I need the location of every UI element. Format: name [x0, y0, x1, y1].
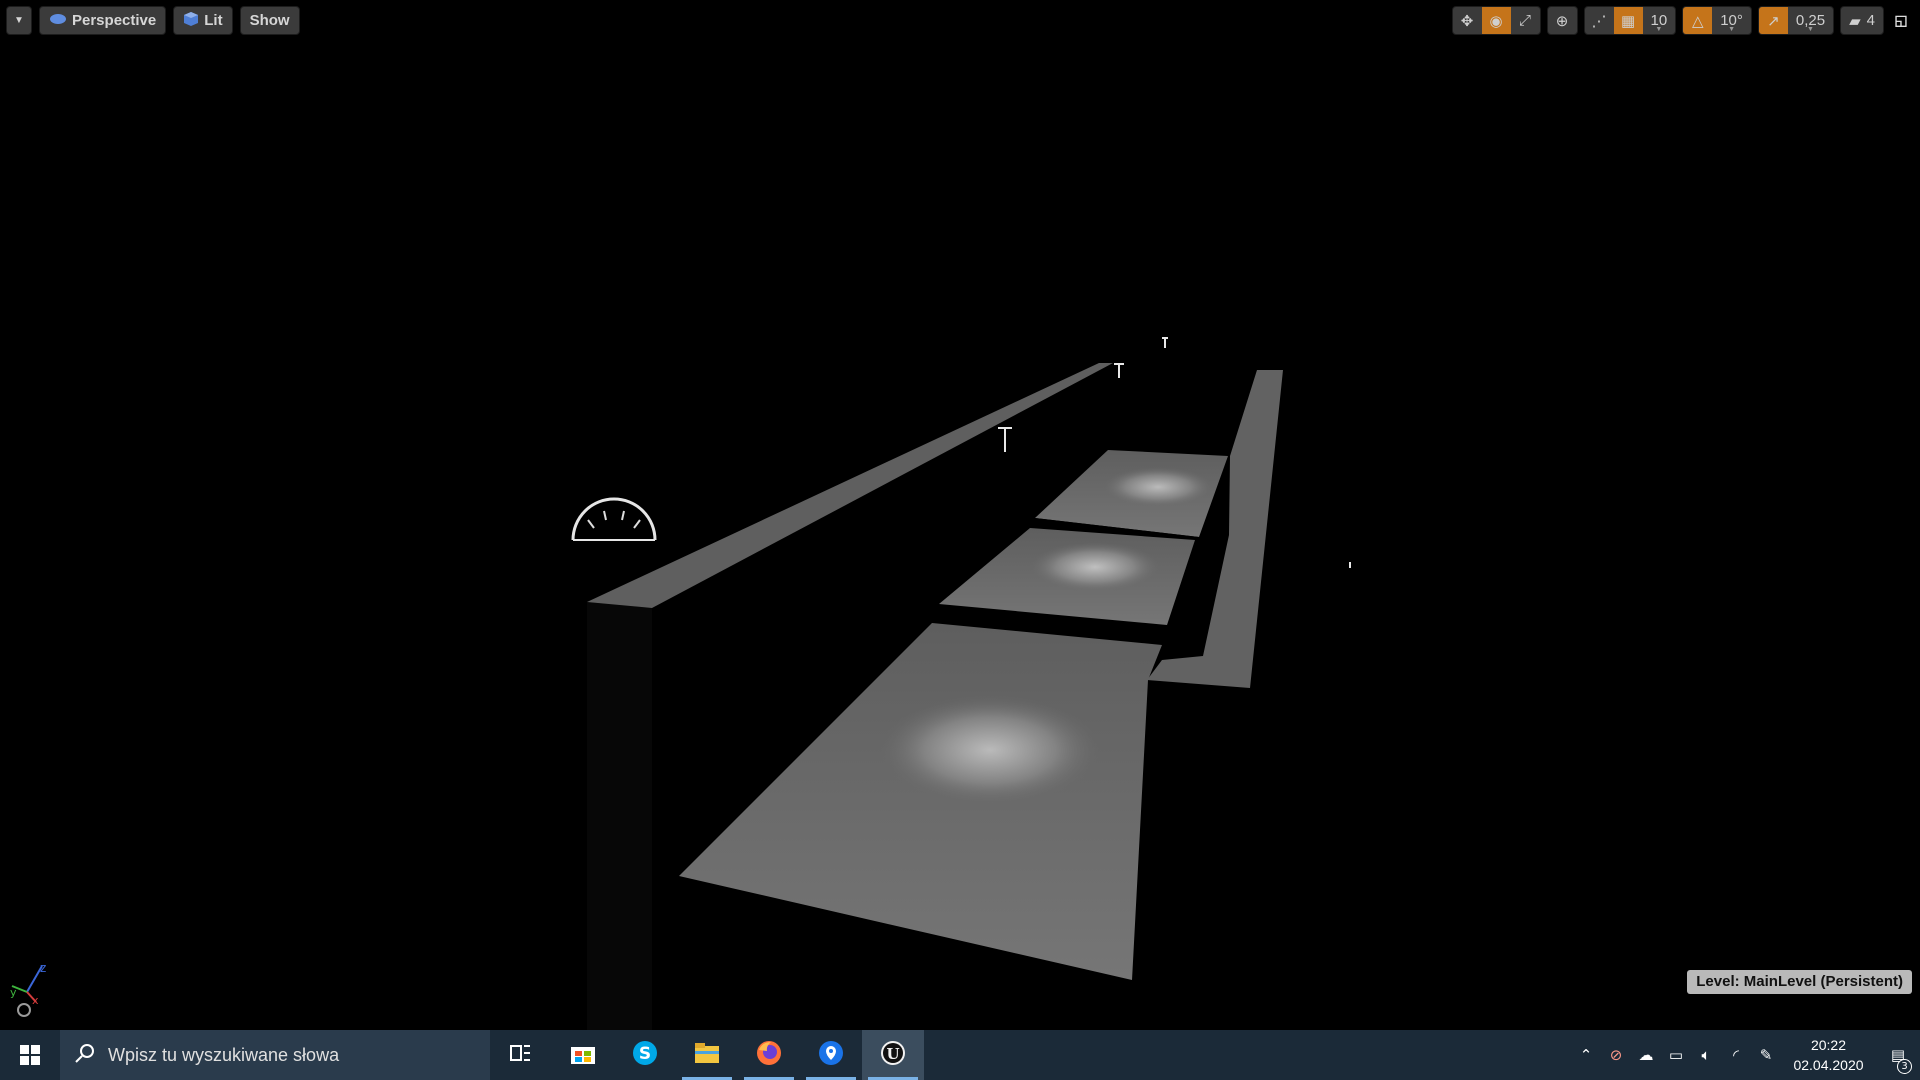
task-view-icon	[510, 1044, 532, 1066]
camera-speed-group: ▰ 4	[1840, 6, 1884, 35]
pen-icon: ✎	[1759, 1046, 1773, 1064]
sky-light-icon	[571, 497, 657, 541]
current-level-label: Level: MainLevel (Persistent)	[1687, 970, 1912, 994]
perspective-label: Perspective	[72, 12, 157, 29]
skype-icon: S	[632, 1040, 658, 1070]
coordinate-system-group: ⊕	[1546, 6, 1578, 35]
chevron-down-icon: ▼	[14, 15, 24, 26]
show-button[interactable]: Show	[239, 6, 300, 35]
tray-app-status[interactable]: ⊘	[1601, 1030, 1631, 1080]
rotation-snap-toggle[interactable]: △	[1683, 7, 1713, 34]
camera-view-icon	[49, 12, 67, 29]
surface-snap-icon: ⋰	[1591, 12, 1607, 30]
globe-icon: ⊕	[1555, 12, 1569, 30]
windows-logo-icon	[20, 1045, 40, 1065]
battery-tray-button[interactable]: ▭	[1661, 1030, 1691, 1080]
speaker-icon: 🔈︎	[1701, 1046, 1711, 1064]
svg-text:y: y	[10, 986, 17, 999]
onedrive-tray-button[interactable]: ☁	[1631, 1030, 1661, 1080]
battery-icon: ▭	[1668, 1046, 1684, 1064]
pen-workspace-button[interactable]: ✎	[1751, 1030, 1781, 1080]
floor-section-lower	[679, 623, 1162, 980]
caret-down-icon: ▼	[1655, 26, 1663, 33]
chevron-up-icon: ⌃	[1579, 1046, 1593, 1064]
maximize-icon: ◱	[1894, 12, 1908, 28]
scene-render: z y x	[10, 337, 1351, 1030]
search-icon	[74, 1042, 96, 1068]
unreal-engine-app-button[interactable]: U	[862, 1030, 924, 1080]
sync-error-icon: ⊘	[1609, 1046, 1623, 1064]
viewport-options-button[interactable]: ▼	[6, 6, 32, 35]
grid-icon: ▦	[1620, 12, 1636, 30]
caret-down-icon: ▼	[1807, 26, 1814, 33]
grid-snap-toggle[interactable]: ▦	[1613, 7, 1643, 34]
skype-app-button[interactable]: S	[614, 1030, 676, 1080]
lit-button[interactable]: Lit	[173, 6, 233, 35]
surface-snap-button[interactable]: ⋰	[1585, 7, 1614, 34]
show-label: Show	[249, 12, 290, 29]
camera-speed-button[interactable]: ▰ 4	[1841, 7, 1883, 34]
task-view-button[interactable]	[490, 1030, 552, 1080]
firefox-icon	[756, 1040, 782, 1070]
move-arrows-icon: ✥	[1460, 12, 1474, 30]
scale-snap-group: ↗ 0,25 ▼	[1757, 6, 1835, 35]
taskbar: S U ⌃ ⊘ ☁ ▭ 🔈︎ ◜ ✎ 20:22 02.04.2020 ▤ 3	[0, 1030, 1920, 1080]
taskbar-search[interactable]	[60, 1030, 490, 1080]
system-tray: ⌃ ⊘ ☁ ▭ 🔈︎ ◜ ✎ 20:22 02.04.2020 ▤ 3	[1571, 1030, 1920, 1080]
notification-count-badge: 3	[1897, 1059, 1912, 1074]
grid-snap-group: ⋰ ▦ 10 ▼	[1583, 6, 1677, 35]
cloud-error-icon: ☁	[1638, 1046, 1654, 1064]
svg-text:z: z	[40, 961, 46, 975]
maps-icon	[818, 1040, 844, 1070]
world-coordinates-button[interactable]: ⊕	[1548, 7, 1577, 34]
svg-text:U: U	[886, 1045, 899, 1063]
svg-text:S: S	[639, 1044, 651, 1064]
maximize-viewport-button[interactable]: ◱	[1890, 6, 1912, 35]
grid-snap-value[interactable]: 10 ▼	[1643, 7, 1676, 34]
clock-date: 02.04.2020	[1793, 1057, 1864, 1073]
lit-label: Lit	[204, 12, 223, 29]
wifi-icon: ◜	[1733, 1046, 1739, 1064]
level-viewport[interactable]: z y x ▼ Perspective Lit Show ✥ ◉ ⤢ ⊕ ⋰ ▦…	[0, 0, 1920, 1030]
search-input[interactable]	[106, 1043, 470, 1067]
rotation-snap-value[interactable]: 10° ▼	[1712, 7, 1751, 34]
store-icon	[570, 1041, 596, 1069]
scale-arrow-icon: ↗	[1767, 12, 1780, 30]
scale-icon: ⤢	[1519, 12, 1532, 29]
camera-speed-icon: ▰	[1849, 12, 1861, 30]
rotate-icon: ◉	[1489, 12, 1503, 30]
store-app-button[interactable]	[552, 1030, 614, 1080]
scale-snap-value[interactable]: 0,25 ▼	[1788, 7, 1833, 34]
start-button[interactable]	[0, 1030, 60, 1080]
angle-icon: △	[1691, 12, 1704, 30]
clock-time: 20:22	[1810, 1037, 1847, 1053]
unreal-engine-icon: U	[880, 1040, 906, 1070]
volume-tray-button[interactable]: 🔈︎	[1691, 1030, 1721, 1080]
action-center-button[interactable]: ▤ 3	[1876, 1030, 1920, 1080]
file-explorer-app-button[interactable]	[676, 1030, 738, 1080]
maps-app-button[interactable]	[800, 1030, 862, 1080]
caret-down-icon: ▼	[1728, 26, 1736, 33]
svg-text:x: x	[32, 994, 39, 1007]
translate-mode-button[interactable]: ✥	[1453, 7, 1482, 34]
show-hidden-icons-button[interactable]: ⌃	[1571, 1030, 1601, 1080]
firefox-app-button[interactable]	[738, 1030, 800, 1080]
clock[interactable]: 20:22 02.04.2020	[1781, 1035, 1876, 1075]
axis-gizmo-icon: z y x	[10, 961, 46, 1017]
file-explorer-icon	[694, 1042, 720, 1068]
rotation-snap-group: △ 10° ▼	[1682, 6, 1752, 35]
view-mode-cube-icon	[183, 11, 199, 31]
scale-mode-button[interactable]: ⤢	[1511, 7, 1540, 34]
scale-snap-toggle[interactable]: ↗	[1758, 7, 1788, 34]
rotate-mode-button[interactable]: ◉	[1481, 7, 1511, 34]
perspective-button[interactable]: Perspective	[39, 6, 167, 35]
network-tray-button[interactable]: ◜	[1721, 1030, 1751, 1080]
transform-mode-group: ✥ ◉ ⤢	[1451, 6, 1541, 35]
